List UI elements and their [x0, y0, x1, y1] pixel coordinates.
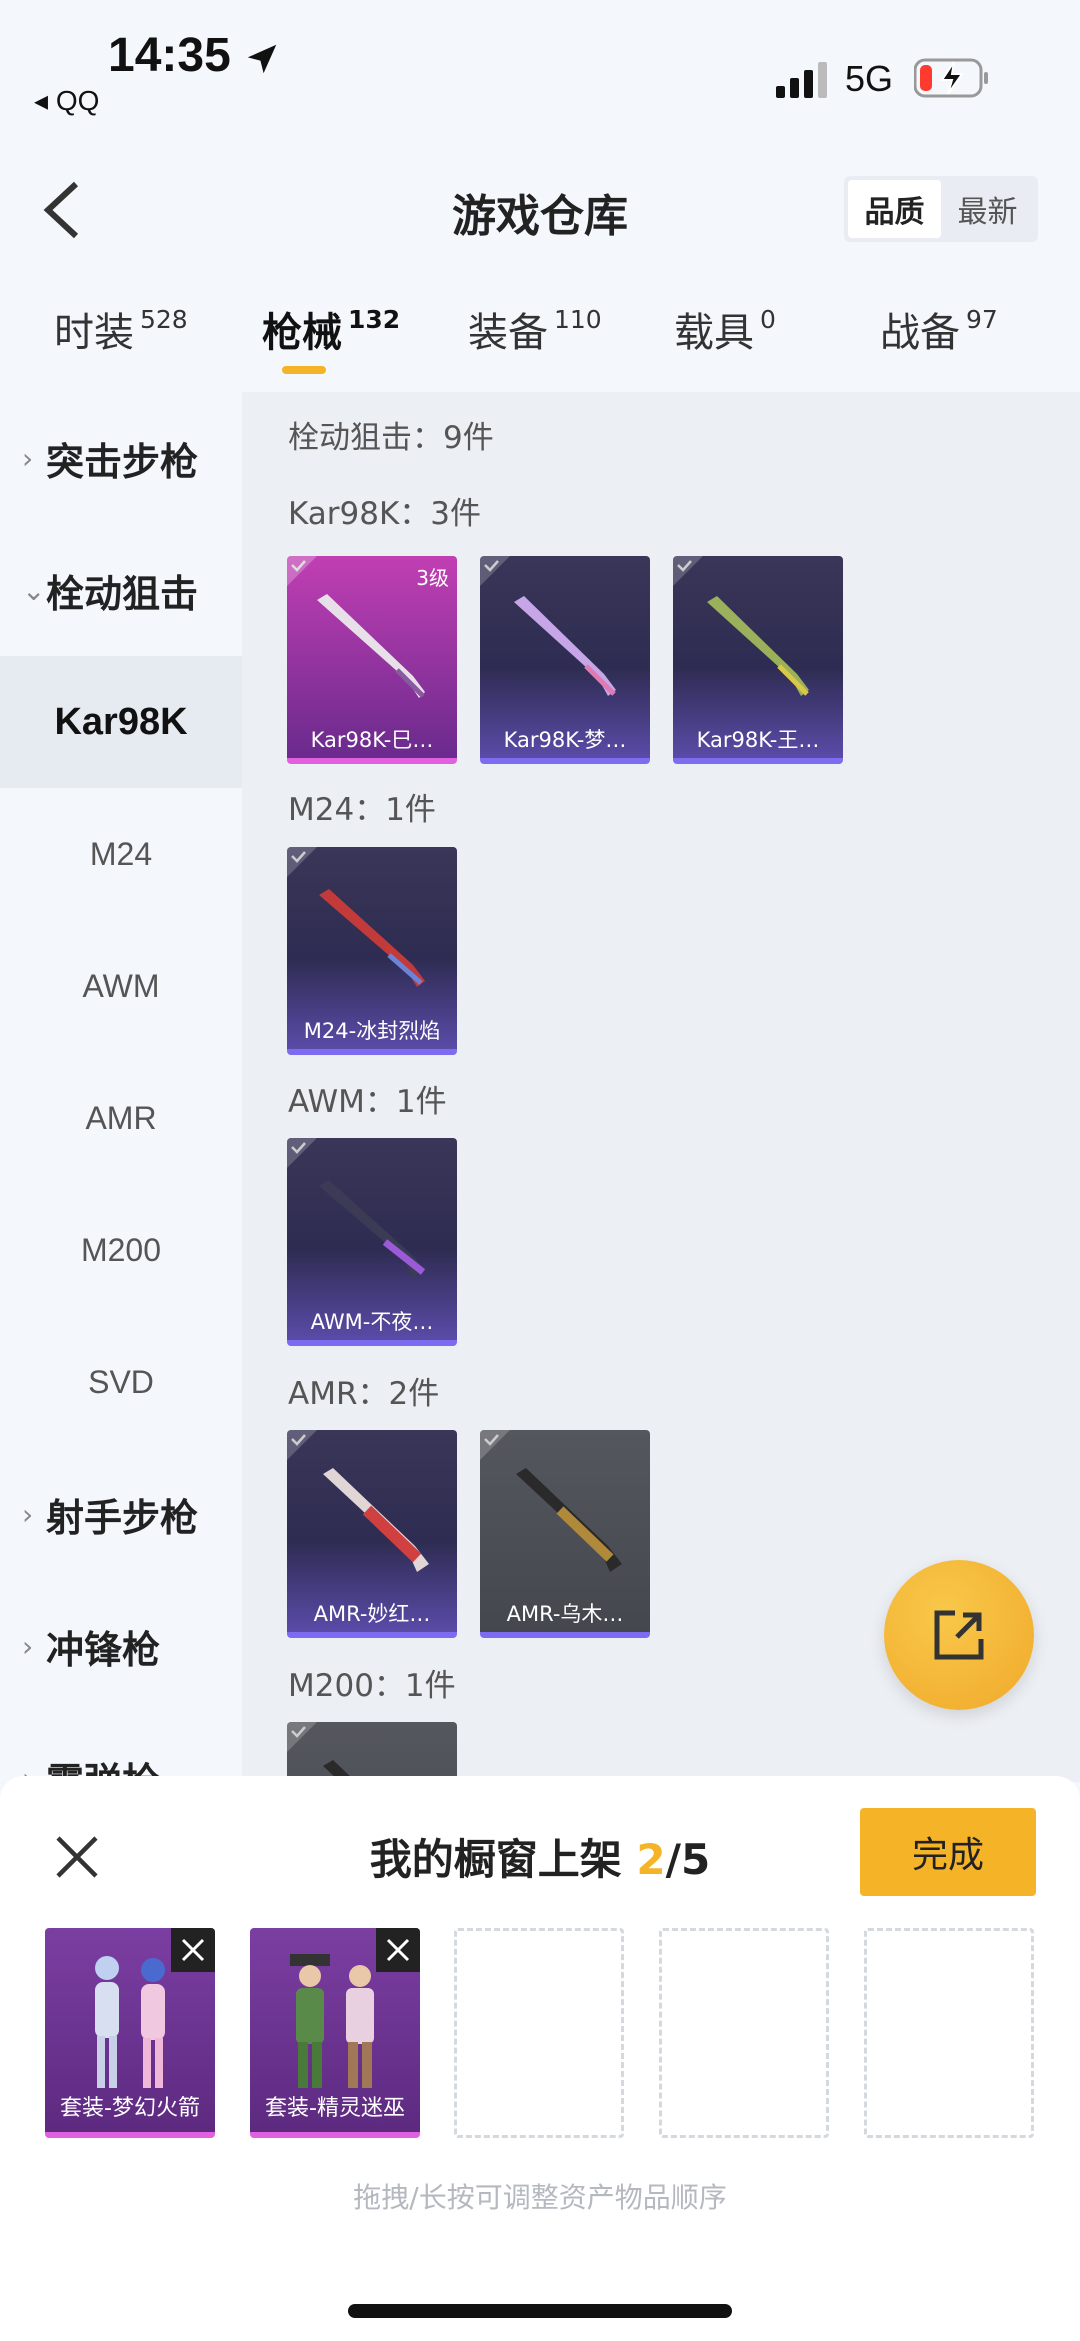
sidebar-sub-awm[interactable]: AWM: [0, 920, 242, 1052]
showcase-slot-4[interactable]: [659, 1928, 829, 2138]
remove-button[interactable]: [376, 1928, 420, 1972]
showcase-title-text: 我的橱窗上架: [369, 1835, 637, 1884]
item-card[interactable]: Kar98K-梦…: [480, 556, 650, 764]
group-title-m200: M200：1件: [288, 1668, 456, 1704]
tab-equipment[interactable]: 装备 110: [468, 300, 602, 358]
sort-by-newest[interactable]: 最新: [941, 180, 1034, 238]
group-title-m24: M24：1件: [288, 792, 436, 828]
item-card[interactable]: AWM-不夜…: [287, 1138, 457, 1346]
tab-fashion[interactable]: 时装 528: [54, 300, 188, 358]
close-icon: [386, 1938, 410, 1962]
slot-item-name: 套装-精灵迷巫: [265, 2096, 405, 2121]
tab-count: 0: [760, 305, 776, 334]
active-tab-indicator: [282, 366, 326, 374]
close-icon: [181, 1938, 205, 1962]
tab-guns[interactable]: 枪械 132: [262, 300, 400, 358]
item-name: Kar98K-梦…: [503, 728, 627, 752]
rifle-icon: [516, 1468, 622, 1572]
tab-supplies[interactable]: 战备 97: [880, 300, 998, 358]
reorder-hint: 拖拽/长按可调整资产物品顺序: [353, 2181, 727, 2214]
rifle-icon: [319, 1180, 426, 1278]
section-title: 栓动狙击：9件: [288, 420, 494, 456]
chevron-right-icon: ›: [22, 1629, 34, 1663]
chevron-right-icon: ›: [22, 441, 34, 475]
item-name: AMR-妙红…: [313, 1602, 431, 1626]
sidebar-item-smg[interactable]: › 冲锋枪: [0, 1580, 242, 1712]
item-name: AWM-不夜…: [310, 1310, 434, 1334]
sort-toggle[interactable]: 品质 最新: [844, 176, 1038, 242]
rifle-icon: [323, 1468, 429, 1572]
sidebar-sub-amr[interactable]: AMR: [0, 1052, 242, 1184]
signal-icon: [776, 62, 827, 98]
item-name: M24-冰封烈焰: [303, 1019, 441, 1043]
sidebar-sub-m24[interactable]: M24: [0, 788, 242, 920]
item-card[interactable]: AMR-妙红…: [287, 1430, 457, 1638]
sidebar-item-marksman-rifle[interactable]: › 射手步枪: [0, 1448, 242, 1580]
chevron-right-icon: ›: [22, 1497, 34, 1531]
showcase-count: 2: [636, 1835, 666, 1884]
item-card[interactable]: AMR-乌木…: [480, 1430, 650, 1638]
share-export-icon: [934, 1610, 984, 1660]
tab-label: 战备: [880, 310, 960, 356]
rifle-icon: [319, 889, 425, 987]
sidebar-item-bolt-sniper[interactable]: ⌄ 栓动狙击: [0, 524, 242, 656]
location-arrow-icon: [247, 44, 277, 74]
battery-charging-icon: [914, 58, 988, 98]
item-card[interactable]: M24-冰封烈焰: [287, 847, 457, 1055]
status-bar: 14:35 ◂ QQ 5G: [0, 0, 1080, 130]
network-type: 5G: [845, 58, 894, 99]
showcase-sheet: 我的橱窗上架 2/5 完成 套装-梦幻火箭 套装-精灵迷巫 拖拽/长按可调整资产…: [0, 1776, 1080, 2341]
rifle-icon: [514, 596, 616, 696]
share-button[interactable]: [884, 1560, 1034, 1710]
group-title-kar98k: Kar98K：3件: [288, 496, 482, 532]
remove-button[interactable]: [171, 1928, 215, 1972]
slot-item-name: 套装-梦幻火箭: [60, 2096, 200, 2121]
item-card[interactable]: [287, 1722, 457, 1782]
sidebar-sub-svd[interactable]: SVD: [0, 1316, 242, 1448]
showcase-slot-5[interactable]: [864, 1928, 1034, 2138]
showcase-slot-2[interactable]: 套装-精灵迷巫: [250, 1928, 420, 2138]
group-title-awm: AWM：1件: [288, 1084, 447, 1120]
item-name: Kar98K-王…: [696, 728, 820, 752]
sidebar-item-label: 冲锋枪: [46, 1627, 161, 1672]
sidebar-sub-kar98k[interactable]: Kar98K: [0, 656, 242, 788]
showcase-slot-3[interactable]: [454, 1928, 624, 2138]
tab-vehicles[interactable]: 载具 0: [674, 300, 776, 358]
home-indicator[interactable]: [348, 2304, 732, 2318]
chevron-down-icon: ⌄: [22, 573, 46, 607]
item-name: AMR-乌木…: [506, 1602, 624, 1626]
showcase-slot-1[interactable]: 套装-梦幻火箭: [45, 1928, 215, 2138]
done-button[interactable]: 完成: [860, 1808, 1036, 1896]
item-card[interactable]: Kar98K-王…: [673, 556, 843, 764]
sidebar-item-label: 突击步枪: [46, 439, 199, 484]
sidebar-item-label: 射手步枪: [46, 1495, 199, 1540]
tab-count: 110: [554, 305, 602, 334]
tab-label: 时装: [54, 310, 134, 356]
sidebar: › 突击步枪 ⌄ 栓动狙击 Kar98K M24 AWM AMR M200 SV…: [0, 392, 242, 1804]
showcase-total: /5: [665, 1835, 711, 1884]
tab-count: 97: [966, 305, 998, 334]
tab-label: 装备: [468, 310, 548, 356]
clock: 14:35: [108, 29, 231, 82]
sidebar-sub-m200[interactable]: M200: [0, 1184, 242, 1316]
sidebar-item-label: 栓动狙击: [46, 571, 199, 616]
rifle-icon: [317, 594, 425, 698]
rifle-icon: [707, 596, 809, 696]
tab-label: 枪械: [262, 310, 342, 356]
back-to-app-link[interactable]: ◂ QQ: [34, 84, 99, 117]
tab-label: 载具: [674, 310, 754, 356]
sort-by-quality[interactable]: 品质: [848, 180, 941, 238]
tab-count: 132: [348, 305, 401, 334]
item-card[interactable]: 3级 Kar98K-巳…: [287, 556, 457, 764]
group-title-amr: AMR：2件: [288, 1376, 440, 1412]
item-name: Kar98K-巳…: [310, 728, 434, 752]
tab-count: 528: [140, 305, 188, 334]
sidebar-item-assault-rifle[interactable]: › 突击步枪: [0, 392, 242, 524]
category-tabs: 时装 528 枪械 132 装备 110 载具 0 战备 97: [0, 290, 1080, 390]
